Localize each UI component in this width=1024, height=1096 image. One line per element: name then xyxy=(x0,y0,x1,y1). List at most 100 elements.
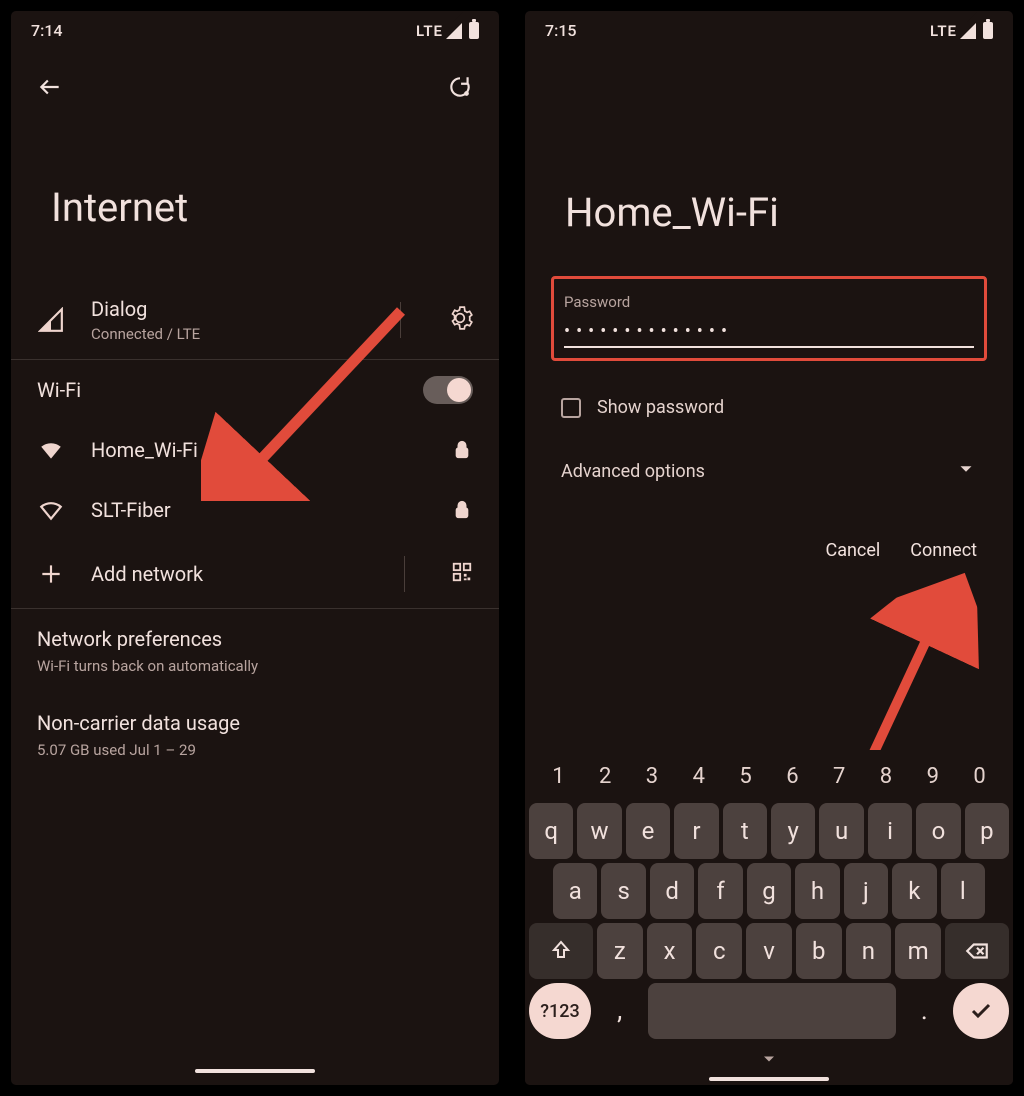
key-num[interactable]: 2 xyxy=(585,764,625,789)
key-letter[interactable]: b xyxy=(796,923,842,979)
key-letter[interactable]: w xyxy=(577,803,621,859)
wifi-strong-icon xyxy=(37,436,65,464)
key-letter[interactable]: h xyxy=(795,863,839,919)
keyboard-row: q w e r t y u i o p xyxy=(529,803,1009,859)
wifi-ssid: SLT-Fiber xyxy=(91,498,425,522)
add-network-label: Add network xyxy=(91,562,358,586)
keyboard-row: ?123 , . xyxy=(529,983,1009,1039)
status-time: 7:14 xyxy=(31,21,63,40)
back-button[interactable] xyxy=(37,74,63,104)
key-num[interactable]: 4 xyxy=(679,764,719,789)
usage-title: Non-carrier data usage xyxy=(37,711,473,735)
battery-icon xyxy=(469,22,479,39)
keyboard-number-row: 1 2 3 4 5 6 7 8 9 0 xyxy=(529,756,1009,799)
refresh-icon[interactable] xyxy=(447,74,473,104)
show-password-row[interactable]: Show password xyxy=(525,367,1013,438)
key-letter[interactable]: c xyxy=(696,923,742,979)
lock-icon xyxy=(451,439,473,461)
status-bar: 7:14 LTE xyxy=(11,11,499,44)
key-num[interactable]: 1 xyxy=(538,764,578,789)
show-password-checkbox[interactable] xyxy=(561,398,581,418)
screen-wifi-password-dialog: 7:15 LTE Home_Wi-Fi Password Show passwo… xyxy=(522,8,1016,1088)
add-network-row[interactable]: Add network xyxy=(11,540,499,608)
carrier-name: Dialog xyxy=(91,297,354,321)
key-letter[interactable]: y xyxy=(771,803,815,859)
nav-pill[interactable] xyxy=(195,1069,315,1073)
key-letter[interactable]: d xyxy=(650,863,694,919)
wifi-network-row[interactable]: Home_Wi-Fi xyxy=(11,420,499,480)
key-space[interactable] xyxy=(648,983,895,1039)
key-letter[interactable]: j xyxy=(844,863,888,919)
wifi-ssid: Home_Wi-Fi xyxy=(91,438,425,462)
key-letter[interactable]: n xyxy=(846,923,892,979)
key-letter[interactable]: x xyxy=(647,923,693,979)
soft-keyboard: 1 2 3 4 5 6 7 8 9 0 q w e r t y u i o p … xyxy=(525,750,1013,1085)
key-letter[interactable]: q xyxy=(529,803,573,859)
key-num[interactable]: 0 xyxy=(960,764,1000,789)
key-num[interactable]: 5 xyxy=(726,764,766,789)
status-bar: 7:15 LTE xyxy=(525,11,1013,44)
key-num[interactable]: 6 xyxy=(772,764,812,789)
show-password-label: Show password xyxy=(597,397,724,418)
carrier-settings-button[interactable] xyxy=(447,305,473,335)
keyboard-collapse-icon[interactable] xyxy=(529,1043,1009,1075)
battery-icon xyxy=(983,22,993,39)
signal-icon xyxy=(960,23,976,39)
cancel-button[interactable]: Cancel xyxy=(825,540,880,561)
nav-pill[interactable] xyxy=(709,1077,829,1081)
wifi-weak-icon xyxy=(37,496,65,524)
key-letter[interactable]: r xyxy=(674,803,718,859)
key-backspace[interactable] xyxy=(945,923,1009,979)
data-usage-row[interactable]: Non-carrier data usage 5.07 GB used Jul … xyxy=(11,693,499,777)
network-preferences-row[interactable]: Network preferences Wi-Fi turns back on … xyxy=(11,609,499,693)
advanced-label: Advanced options xyxy=(561,461,705,482)
key-shift[interactable] xyxy=(529,923,593,979)
key-letter[interactable]: o xyxy=(916,803,960,859)
network-type: LTE xyxy=(416,22,443,40)
key-symbols[interactable]: ?123 xyxy=(529,983,591,1039)
key-num[interactable]: 7 xyxy=(819,764,859,789)
key-letter[interactable]: s xyxy=(601,863,645,919)
divider xyxy=(404,556,405,592)
key-enter[interactable] xyxy=(953,983,1009,1039)
password-field-highlight: Password xyxy=(551,276,987,361)
app-bar xyxy=(11,44,499,114)
key-letter[interactable]: a xyxy=(553,863,597,919)
connect-button[interactable]: Connect xyxy=(910,540,977,561)
wifi-header-row[interactable]: Wi-Fi xyxy=(11,360,499,420)
dialog-actions: Cancel Connect xyxy=(525,504,1013,581)
key-letter[interactable]: i xyxy=(868,803,912,859)
wifi-network-row[interactable]: SLT-Fiber xyxy=(11,480,499,540)
lock-icon xyxy=(451,499,473,521)
status-right: LTE xyxy=(416,22,479,40)
prefs-title: Network preferences xyxy=(37,627,473,651)
chevron-down-icon xyxy=(955,458,977,484)
key-comma[interactable]: , xyxy=(595,983,644,1039)
key-letter[interactable]: z xyxy=(597,923,643,979)
key-num[interactable]: 3 xyxy=(632,764,672,789)
carrier-row[interactable]: Dialog Connected / LTE xyxy=(11,281,499,359)
key-letter[interactable]: g xyxy=(747,863,791,919)
signal-icon xyxy=(37,306,65,334)
signal-icon xyxy=(446,23,462,39)
key-letter[interactable]: m xyxy=(895,923,941,979)
key-letter[interactable]: f xyxy=(698,863,742,919)
key-letter[interactable]: u xyxy=(819,803,863,859)
password-input[interactable] xyxy=(564,321,974,348)
key-letter[interactable]: p xyxy=(965,803,1009,859)
screen-internet-settings: 7:14 LTE Internet Dialog Connected / LTE… xyxy=(8,8,502,1088)
key-period[interactable]: . xyxy=(900,983,949,1039)
key-num[interactable]: 8 xyxy=(866,764,906,789)
keyboard-row: a s d f g h j k l xyxy=(529,863,1009,919)
key-letter[interactable]: k xyxy=(892,863,936,919)
qr-scan-button[interactable] xyxy=(451,561,473,587)
advanced-options-row[interactable]: Advanced options xyxy=(525,438,1013,504)
prefs-desc: Wi-Fi turns back on automatically xyxy=(37,657,473,675)
key-letter[interactable]: e xyxy=(626,803,670,859)
key-letter[interactable]: v xyxy=(746,923,792,979)
key-letter[interactable]: l xyxy=(941,863,985,919)
key-num[interactable]: 9 xyxy=(913,764,953,789)
key-letter[interactable]: t xyxy=(723,803,767,859)
usage-desc: 5.07 GB used Jul 1 – 29 xyxy=(37,741,473,759)
wifi-toggle[interactable] xyxy=(423,376,473,404)
